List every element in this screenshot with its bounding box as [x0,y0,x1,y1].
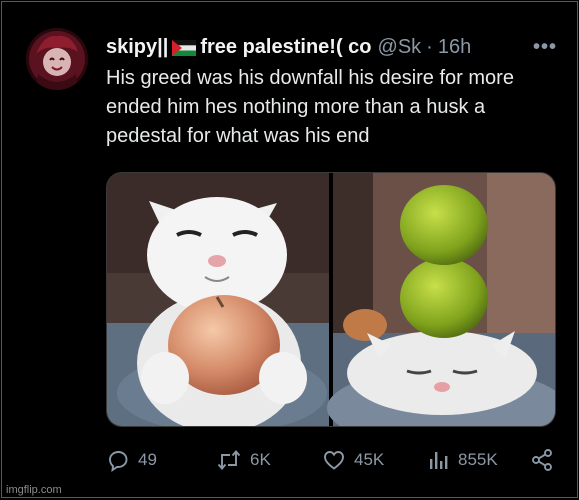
tweet-text: His greed was his downfall his desire fo… [106,67,514,147]
cat-with-stacked-apples-photo [327,173,555,426]
avatar[interactable] [26,28,88,90]
repost-button[interactable]: 6K [216,448,322,472]
view-count: 855K [458,450,498,469]
tweet-card: skipy|| free palestine!( co @Sk · 16h ••… [1,1,578,498]
timestamp[interactable]: 16h [438,36,471,59]
display-name-suffix[interactable]: free palestine!( co [200,36,371,59]
tweet-header: skipy|| free palestine!( co @Sk · 16h ••… [106,34,563,60]
cat-with-apple-photo [107,173,329,426]
views-chart-icon [430,452,448,469]
share-button[interactable] [530,448,554,472]
watermark: imgflip.com [6,484,62,496]
display-name[interactable]: skipy|| [106,36,168,59]
like-count: 45K [354,450,385,469]
reply-icon [109,451,128,472]
user-handle[interactable]: @Sk [378,36,422,59]
tweet-media[interactable] [106,172,556,427]
heart-icon [324,451,344,470]
reply-count: 49 [138,450,157,469]
views-button[interactable]: 855K [426,448,530,472]
reply-button[interactable]: 49 [106,448,216,472]
more-options-icon[interactable]: ••• [533,36,563,59]
like-button[interactable]: 45K [322,448,426,472]
share-icon [532,449,552,471]
separator-dot: · [426,35,433,58]
action-bar: 49 6K 45K 855K [106,446,556,474]
repost-icon [217,450,241,470]
palestine-flag-icon [172,39,197,56]
repost-count: 6K [250,450,271,469]
